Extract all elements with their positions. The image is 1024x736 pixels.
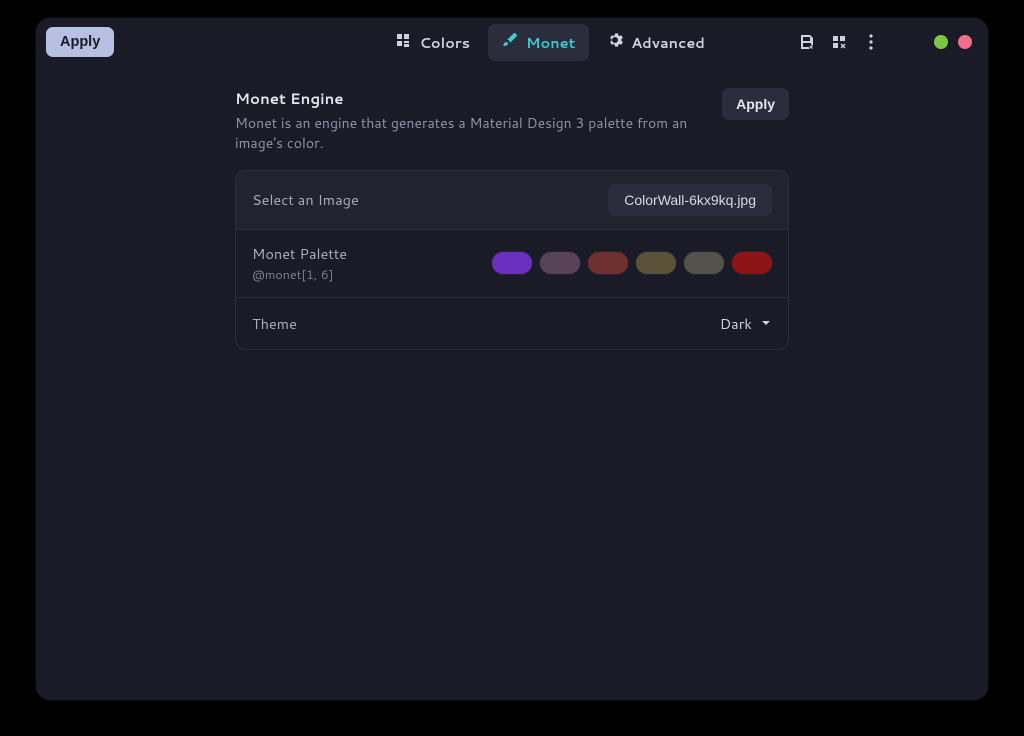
main-menu-button[interactable] — [862, 33, 880, 51]
palette-swatch[interactable] — [636, 252, 676, 274]
section-title: Monet Engine — [235, 88, 710, 109]
palette-swatch[interactable] — [492, 252, 532, 274]
manage-presets-icon[interactable] — [830, 33, 848, 51]
gear-icon — [607, 32, 623, 53]
settings-list: Select an Image ColorWall-6kx9kq.jpg Mon… — [235, 170, 789, 350]
row-subtitle: @monet[1, 6] — [252, 266, 347, 284]
palette-swatch[interactable] — [588, 252, 628, 274]
palette-swatches — [492, 252, 772, 274]
monet-section: Monet Engine Monet is an engine that gen… — [235, 88, 789, 350]
palette-swatch[interactable] — [732, 252, 772, 274]
palette-icon — [395, 32, 411, 53]
tab-monet[interactable]: Monet — [488, 24, 589, 61]
theme-dropdown[interactable]: Dark — [720, 313, 772, 334]
window-controls — [910, 35, 972, 49]
minimize-button[interactable] — [910, 35, 924, 49]
app-window: Apply Colors Monet Advanced — [36, 18, 988, 700]
section-apply-button[interactable]: Apply — [722, 88, 789, 120]
theme-row[interactable]: Theme Dark — [236, 297, 788, 349]
tab-label: Colors — [419, 32, 470, 53]
view-switcher: Colors Monet Advanced — [381, 24, 718, 61]
select-image-button[interactable]: ColorWall-6kx9kq.jpg — [608, 184, 772, 216]
row-label: Theme — [252, 313, 297, 334]
close-button[interactable] — [958, 35, 972, 49]
row-label: Select an Image — [252, 189, 359, 210]
row-label: Monet Palette — [252, 243, 347, 264]
section-description: Monet is an engine that generates a Mate… — [235, 113, 710, 154]
content-area: Monet Engine Monet is an engine that gen… — [36, 66, 988, 350]
brush-icon — [502, 32, 518, 53]
header-actions — [798, 33, 880, 51]
maximize-button[interactable] — [934, 35, 948, 49]
chevron-down-icon — [760, 313, 772, 334]
section-header: Monet Engine Monet is an engine that gen… — [235, 88, 789, 154]
save-preset-icon[interactable] — [798, 33, 816, 51]
apply-button[interactable]: Apply — [46, 27, 114, 57]
palette-swatch[interactable] — [540, 252, 580, 274]
tab-label: Advanced — [631, 32, 705, 53]
monet-palette-row: Monet Palette @monet[1, 6] — [236, 229, 788, 297]
palette-swatch[interactable] — [684, 252, 724, 274]
tab-label: Monet — [526, 32, 575, 53]
tab-advanced[interactable]: Advanced — [593, 24, 719, 61]
select-image-row[interactable]: Select an Image ColorWall-6kx9kq.jpg — [236, 171, 788, 229]
tab-colors[interactable]: Colors — [381, 24, 484, 61]
theme-value: Dark — [720, 313, 752, 334]
headerbar: Apply Colors Monet Advanced — [36, 18, 988, 66]
